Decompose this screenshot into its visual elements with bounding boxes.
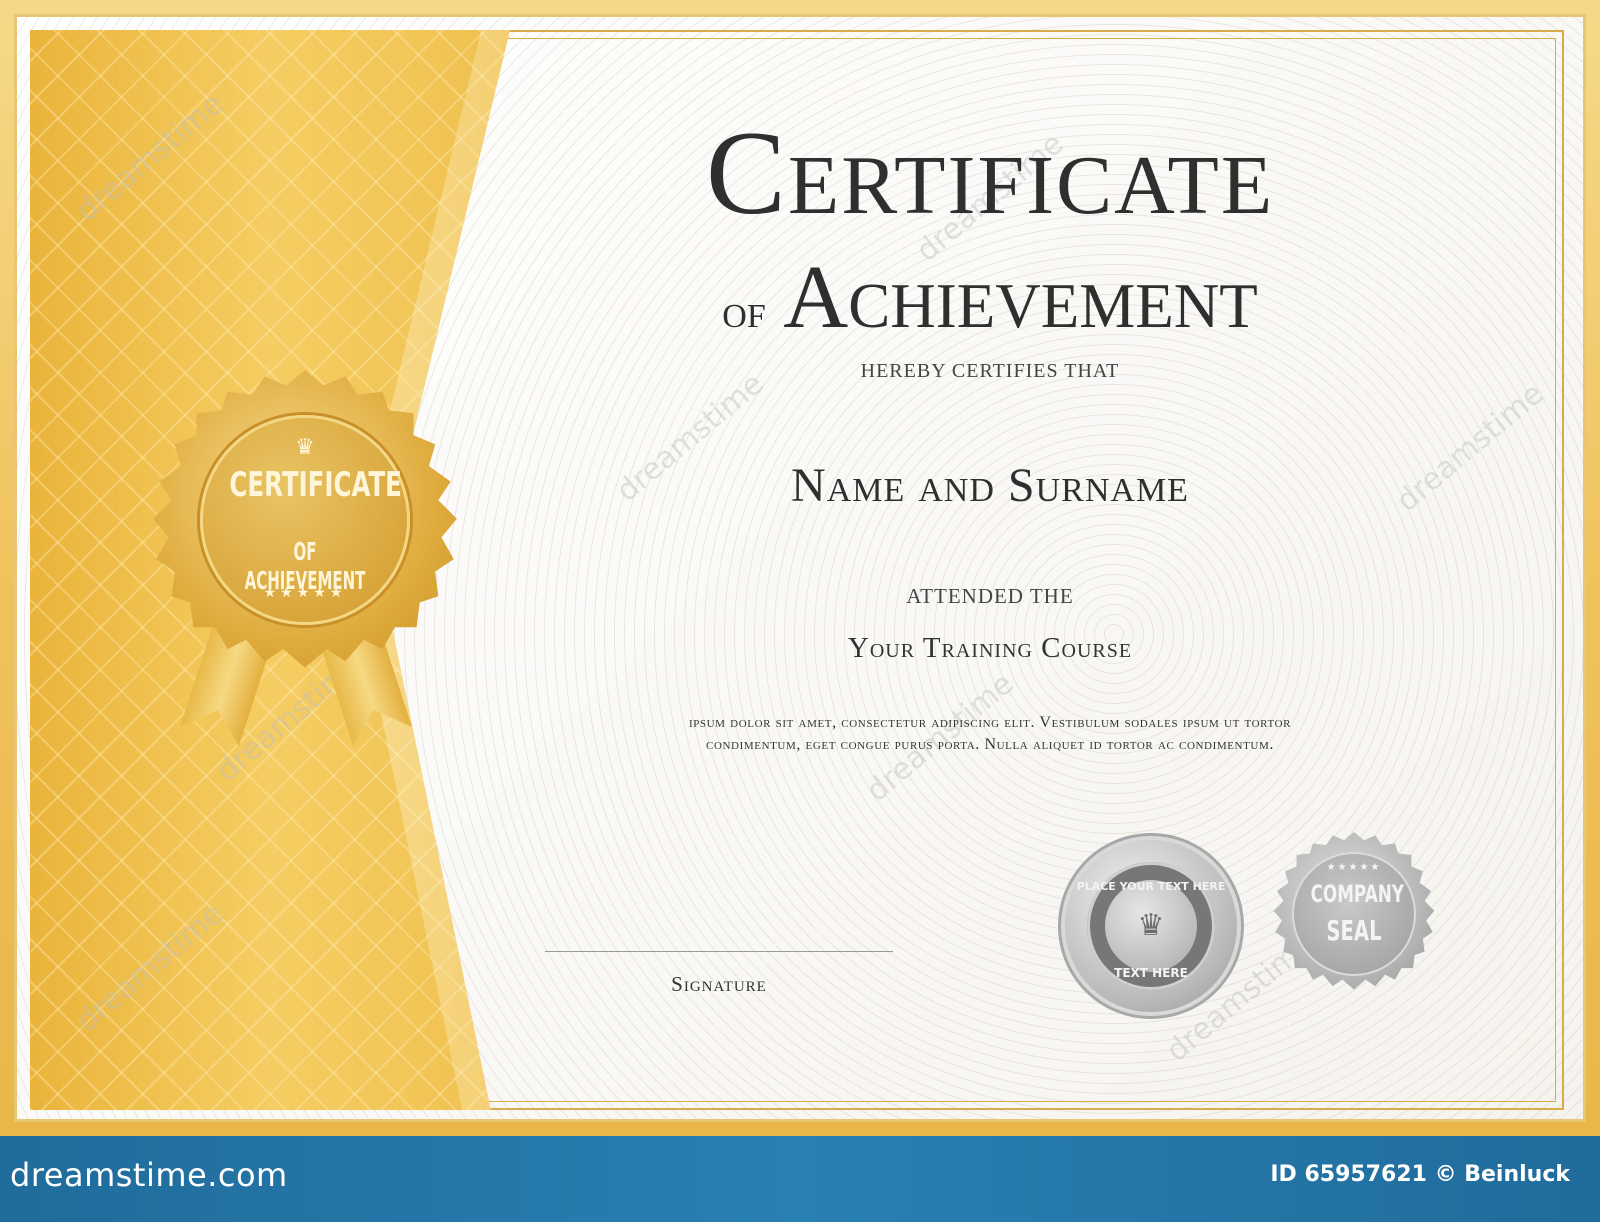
company-seal-line1: COMPANY xyxy=(1310,880,1404,908)
company-seal-center: ★★★★★ COMPANY SEAL xyxy=(1292,852,1416,976)
text-seal: ♛ PLACE YOUR TEXT HERE TEXT HERE xyxy=(1065,840,1237,1012)
company-seal-line2: SEAL xyxy=(1326,914,1382,947)
certificate-frame: dreamstime dreamstime dreamstime dreamst… xyxy=(0,0,1600,1136)
badge-medallion: ♛ CERTIFICATE OF ACHIEVEMENT ★★★★★ xyxy=(200,415,410,625)
description-line: condimentum, eget congue purus porta. Nu… xyxy=(706,736,1274,753)
footer-brand[interactable]: dreamstime.com xyxy=(10,1156,288,1194)
gold-award-badge: ♛ CERTIFICATE OF ACHIEVEMENT ★★★★★ xyxy=(140,360,470,700)
attended-text: attended the xyxy=(906,584,1074,608)
star-icons: ★★★★★ xyxy=(1326,862,1382,873)
text-seal-bottom-text: TEXT HERE xyxy=(1114,966,1188,980)
course-name: Your Training Course xyxy=(847,632,1133,664)
stock-footer-bar: dreamstime.com ID 65957621 © Beinluck xyxy=(0,1136,1600,1222)
image-id-credit: ID 65957621 © Beinluck xyxy=(1270,1162,1570,1187)
description-line: ipsum dolor sit amet, consectetur adipis… xyxy=(688,714,1292,731)
certificate-subtitle: of Achievement xyxy=(520,250,1460,360)
crown-icon: ♛ xyxy=(295,435,315,460)
subtitle-of: of xyxy=(722,285,766,338)
subtitle-achievement: Achievement xyxy=(783,248,1258,347)
stock-image-stage: dreamstime dreamstime dreamstime dreamst… xyxy=(0,0,1600,1222)
badge-title: CERTIFICATE xyxy=(229,465,402,505)
description-text: ipsum dolor sit amet, consectetur adipis… xyxy=(520,712,1460,756)
star-rating-icons: ★★★★★ xyxy=(263,585,347,601)
recipient-name: Name and Surname xyxy=(791,459,1189,512)
signature-line xyxy=(545,951,893,952)
signature-label: Signature xyxy=(671,972,767,996)
certificate-title: Certificate xyxy=(705,106,1275,239)
certifies-text: hereby certifies that xyxy=(860,360,1120,382)
crown-icon: ♛ xyxy=(1105,880,1197,972)
text-seal-top-text: PLACE YOUR TEXT HERE xyxy=(1076,880,1226,893)
